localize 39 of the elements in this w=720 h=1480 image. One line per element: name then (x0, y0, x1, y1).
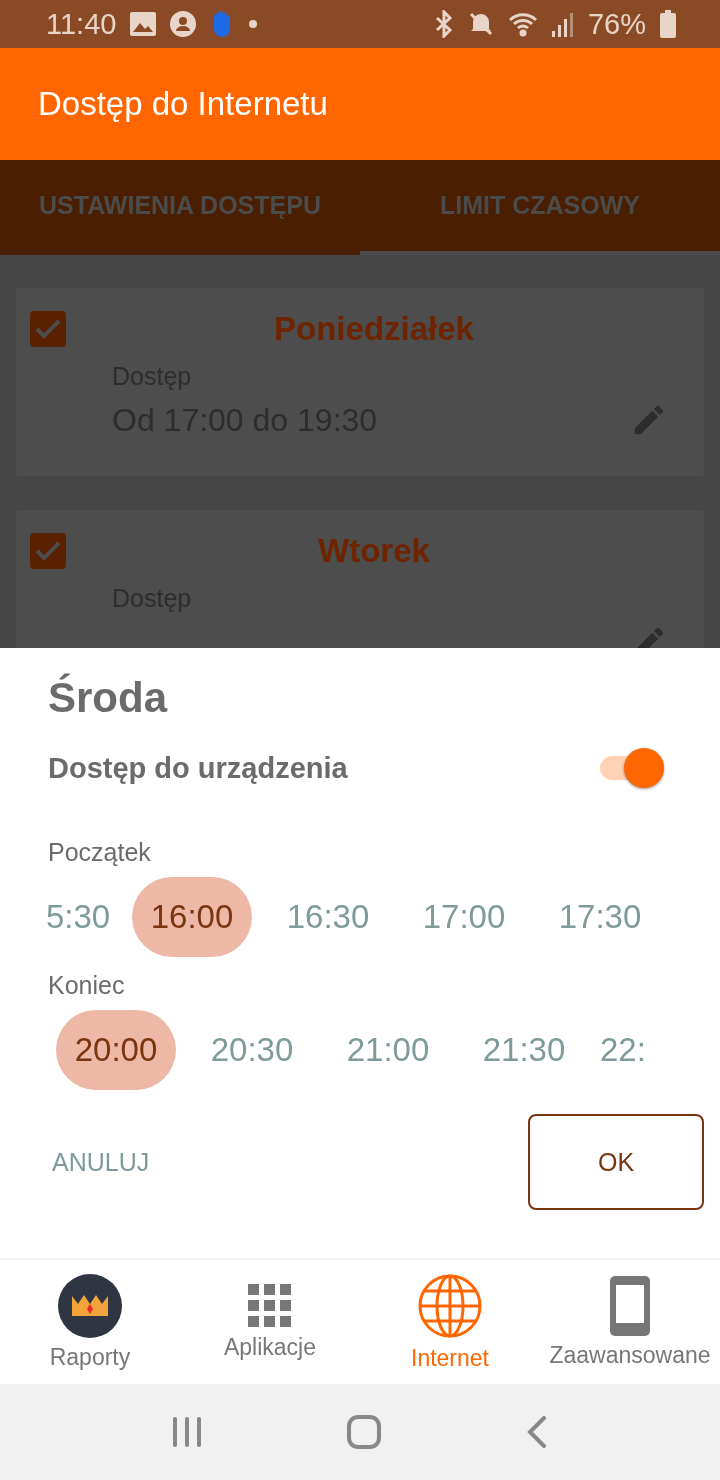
phone-icon (610, 1275, 650, 1336)
crown-icon (58, 1273, 122, 1338)
signal-icon (551, 11, 574, 37)
image-icon (130, 12, 157, 36)
day-name: Wtorek (317, 532, 431, 570)
time-option[interactable]: 20:30 (192, 1010, 312, 1090)
recents-icon[interactable] (172, 1416, 203, 1448)
end-label: Koniec (48, 971, 126, 1000)
dot-icon (248, 19, 259, 29)
home-icon[interactable] (347, 1415, 381, 1449)
battery-level: 76% (587, 7, 646, 41)
account-icon (170, 11, 197, 37)
time-option[interactable]: 16:00 (132, 877, 252, 957)
globe-icon (417, 1272, 483, 1339)
app-title: Dostęp do Internetu (38, 85, 328, 123)
ok-button[interactable]: OK (528, 1114, 704, 1210)
time-option[interactable]: 5:30 (46, 877, 116, 957)
sheet-title: Środa (48, 674, 169, 722)
time-option[interactable]: 17:00 (404, 877, 524, 957)
battery-icon (660, 10, 676, 38)
cancel-button[interactable]: ANULUJ (52, 1147, 150, 1177)
time-option[interactable]: 22: (600, 1010, 660, 1090)
day-name: Poniedziałek (273, 310, 475, 348)
apps-grid-icon (248, 1283, 292, 1328)
checkbox[interactable] (30, 311, 66, 347)
time-option[interactable]: 17:30 (540, 877, 660, 957)
back-icon[interactable] (525, 1416, 548, 1448)
bluetooth-icon (433, 10, 454, 38)
time-option[interactable]: 21:30 (464, 1010, 584, 1090)
mute-icon (467, 11, 494, 37)
time-option[interactable]: 21:00 (328, 1010, 448, 1090)
time-option[interactable]: 16:30 (268, 877, 388, 957)
checkbox[interactable] (30, 533, 66, 569)
wifi-icon (507, 11, 538, 37)
access-switch[interactable] (598, 748, 664, 788)
time-option[interactable]: 20:00 (56, 1010, 176, 1090)
toggle-label: Dostęp do urządzenia (48, 751, 348, 785)
start-label: Początek (48, 838, 152, 867)
status-time: 11:40 (46, 7, 117, 41)
